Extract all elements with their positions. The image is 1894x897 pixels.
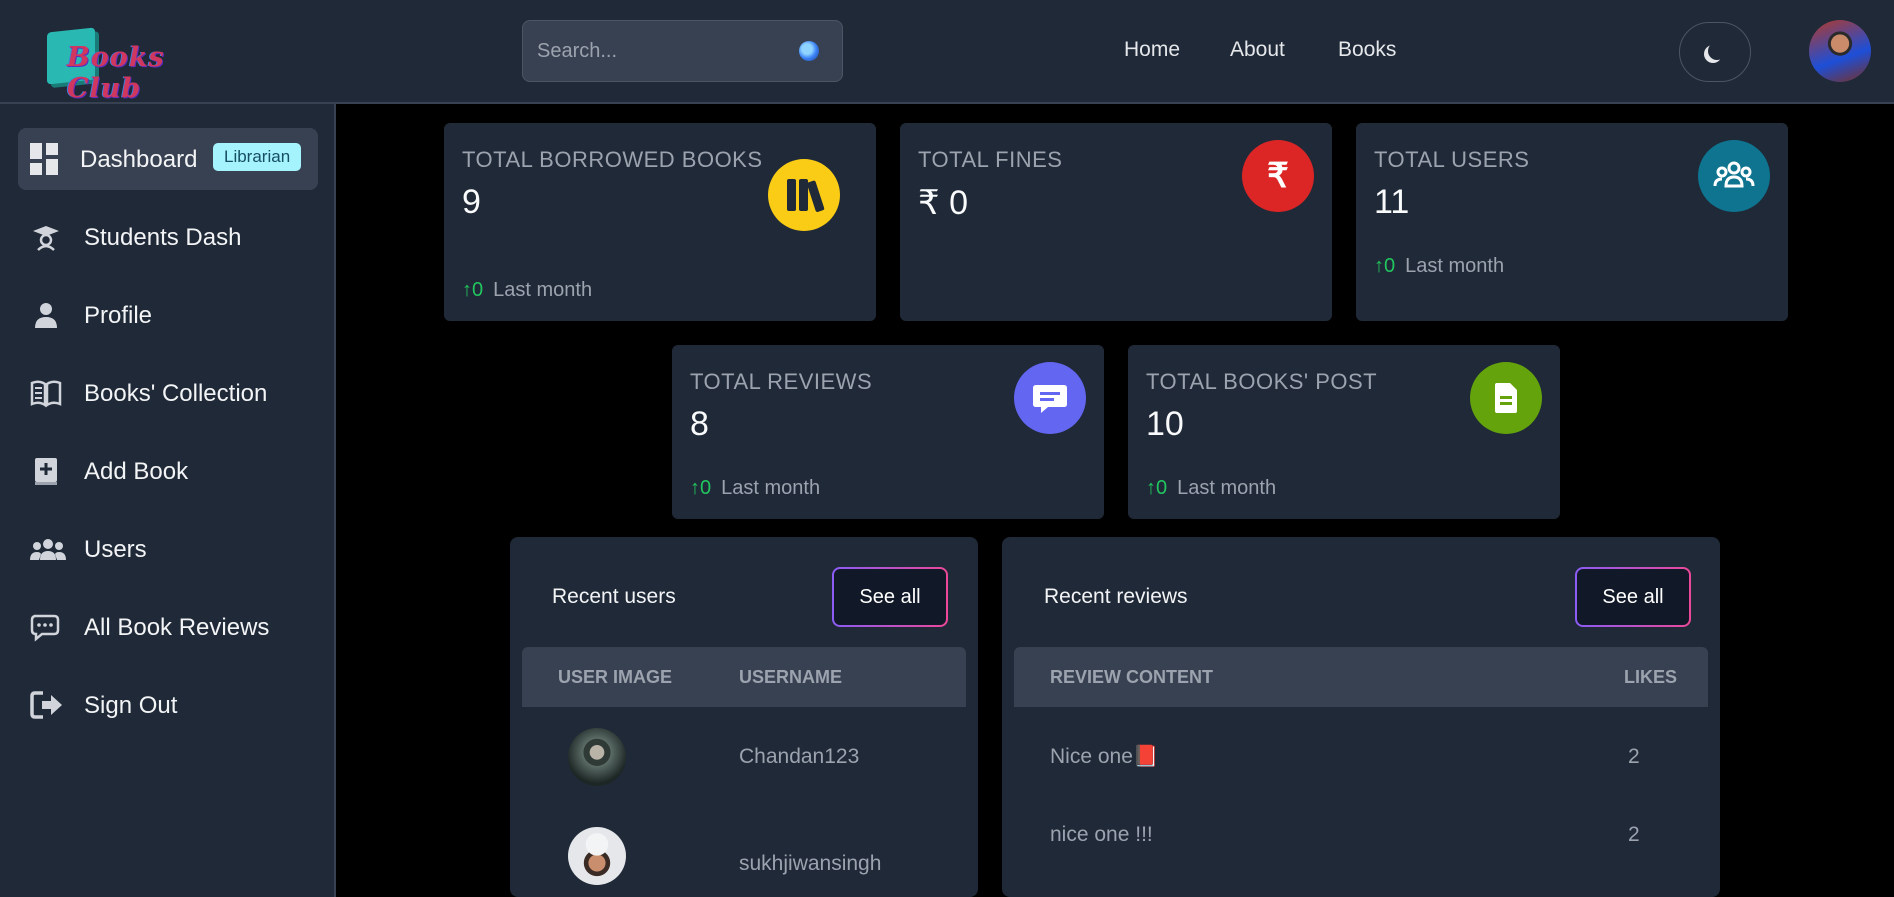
stat-trend: ↑0 Last month — [1146, 477, 1277, 499]
books-club-logo[interactable]: Books Club — [45, 27, 235, 104]
likes-cell: 2 — [1628, 823, 1640, 846]
trend-up-icon: ↑0 — [462, 279, 484, 301]
trend-up-icon: ↑0 — [690, 477, 712, 499]
review-content-cell: nice one !!! — [1050, 823, 1153, 846]
recent-users-panel: Recent users See all USER IMAGE USERNAME… — [510, 537, 978, 897]
nav-about-link[interactable]: About — [1230, 38, 1285, 62]
trend-up-icon: ↑0 — [1146, 477, 1168, 499]
column-header: USER IMAGE — [558, 667, 673, 687]
search-icon[interactable] — [799, 41, 819, 61]
table-row[interactable]: nice one !!! 2 — [1014, 805, 1708, 865]
sidebar-item-label: Students Dash — [84, 224, 242, 251]
chat-bubbles-icon — [30, 612, 62, 642]
moon-icon — [1708, 42, 1726, 60]
logo-text: Books Club — [67, 42, 165, 104]
top-navbar: Books Club Home About Books — [0, 0, 1894, 104]
column-header: REVIEW CONTENT — [1050, 667, 1214, 687]
stat-card-fines: TOTAL FINES ₹ 0 ₹ — [900, 123, 1332, 321]
stat-card-books-post: TOTAL BOOKS' POST 10 ↑0 Last month — [1128, 345, 1560, 519]
rupee-icon: ₹ — [1242, 140, 1314, 212]
open-book-icon — [30, 378, 62, 408]
sidebar-item-profile[interactable]: Profile — [18, 284, 318, 346]
sidebar-item-label: Sign Out — [84, 692, 178, 719]
sidebar-item-add-book[interactable]: Add Book — [18, 440, 318, 502]
sidebar-item-label: Books' Collection — [84, 380, 268, 407]
sidebar-item-label: Add Book — [84, 458, 189, 485]
theme-toggle-button[interactable] — [1679, 22, 1751, 82]
stat-card-borrowed-books: TOTAL BORROWED BOOKS 9 ↑0 Last month — [444, 123, 876, 321]
nav-home-link[interactable]: Home — [1124, 38, 1180, 62]
sidebar-item-all-book-reviews[interactable]: All Book Reviews — [18, 596, 318, 658]
table-header: REVIEW CONTENT LIKES — [1014, 647, 1708, 707]
sign-out-icon — [30, 690, 62, 720]
sidebar-item-users[interactable]: Users — [18, 518, 318, 580]
table-header: USER IMAGE USERNAME — [522, 647, 966, 707]
role-badge: Librarian — [213, 143, 302, 171]
user-avatar[interactable] — [1809, 20, 1871, 82]
table-row[interactable]: sukhjiwansingh — [522, 825, 966, 897]
users-icon — [30, 534, 66, 564]
users-group-icon — [1698, 140, 1770, 212]
review-content-cell: Nice one📕 — [1050, 745, 1160, 768]
stat-value: 9 — [462, 183, 481, 221]
person-icon — [30, 300, 62, 330]
sidebar-item-label: All Book Reviews — [84, 614, 270, 641]
sidebar-item-dashboard[interactable]: Dashboard Librarian — [18, 128, 318, 190]
books-icon — [768, 159, 840, 231]
nav-books-link[interactable]: Books — [1338, 38, 1396, 62]
panel-title: Recent users — [552, 585, 676, 608]
username-cell: sukhjiwansingh — [739, 852, 882, 875]
user-avatar-image — [568, 728, 626, 786]
stat-title: TOTAL FINES — [918, 147, 1063, 172]
sidebar-item-label: Dashboard — [80, 146, 198, 173]
stat-value: 10 — [1146, 405, 1184, 443]
search-input[interactable] — [537, 21, 787, 81]
message-icon — [1014, 362, 1086, 434]
stat-trend: ↑0 Last month — [462, 279, 593, 301]
graduation-cap-icon — [30, 222, 62, 252]
stat-card-users: TOTAL USERS 11 ↑0 Last month — [1356, 123, 1788, 321]
panel-title: Recent reviews — [1044, 585, 1188, 608]
username-cell: Chandan123 — [739, 745, 860, 768]
sidebar-item-sign-out[interactable]: Sign Out — [18, 674, 318, 736]
search-box — [522, 20, 843, 82]
sidebar-item-label: Profile — [84, 302, 153, 329]
table-row[interactable]: Chandan123 — [522, 717, 966, 797]
stat-value: 11 — [1374, 183, 1410, 221]
stat-title: TOTAL BOOKS' POST — [1146, 369, 1378, 394]
stat-trend: ↑0 Last month — [1374, 255, 1505, 277]
stat-title: TOTAL BORROWED BOOKS — [462, 147, 763, 172]
trend-up-icon: ↑0 — [1374, 255, 1396, 277]
add-book-icon — [30, 456, 62, 486]
stat-trend: ↑0 Last month — [690, 477, 821, 499]
dashboard-icon — [30, 143, 58, 175]
sidebar-item-books-collection[interactable]: Books' Collection — [18, 362, 318, 424]
see-all-users-button[interactable]: See all — [832, 567, 948, 627]
recent-reviews-panel: Recent reviews See all REVIEW CONTENT LI… — [1002, 537, 1720, 897]
stat-value: ₹ 0 — [918, 184, 968, 222]
see-all-reviews-button[interactable]: See all — [1575, 567, 1691, 627]
sidebar-item-label: Users — [84, 536, 147, 563]
likes-cell: 2 — [1628, 745, 1640, 768]
stat-value: 8 — [690, 405, 709, 443]
sidebar: Dashboard Librarian Students Dash Profil… — [0, 104, 336, 897]
stat-card-reviews: TOTAL REVIEWS 8 ↑0 Last month — [672, 345, 1104, 519]
sidebar-item-students-dash[interactable]: Students Dash — [18, 206, 318, 268]
stat-title: TOTAL REVIEWS — [690, 369, 873, 394]
column-header: USERNAME — [739, 667, 843, 687]
table-row[interactable]: Nice one📕 2 — [1014, 727, 1708, 787]
document-icon — [1470, 362, 1542, 434]
user-avatar-image — [568, 827, 626, 885]
stat-title: TOTAL USERS — [1374, 147, 1530, 172]
column-header: LIKES — [1624, 667, 1678, 687]
